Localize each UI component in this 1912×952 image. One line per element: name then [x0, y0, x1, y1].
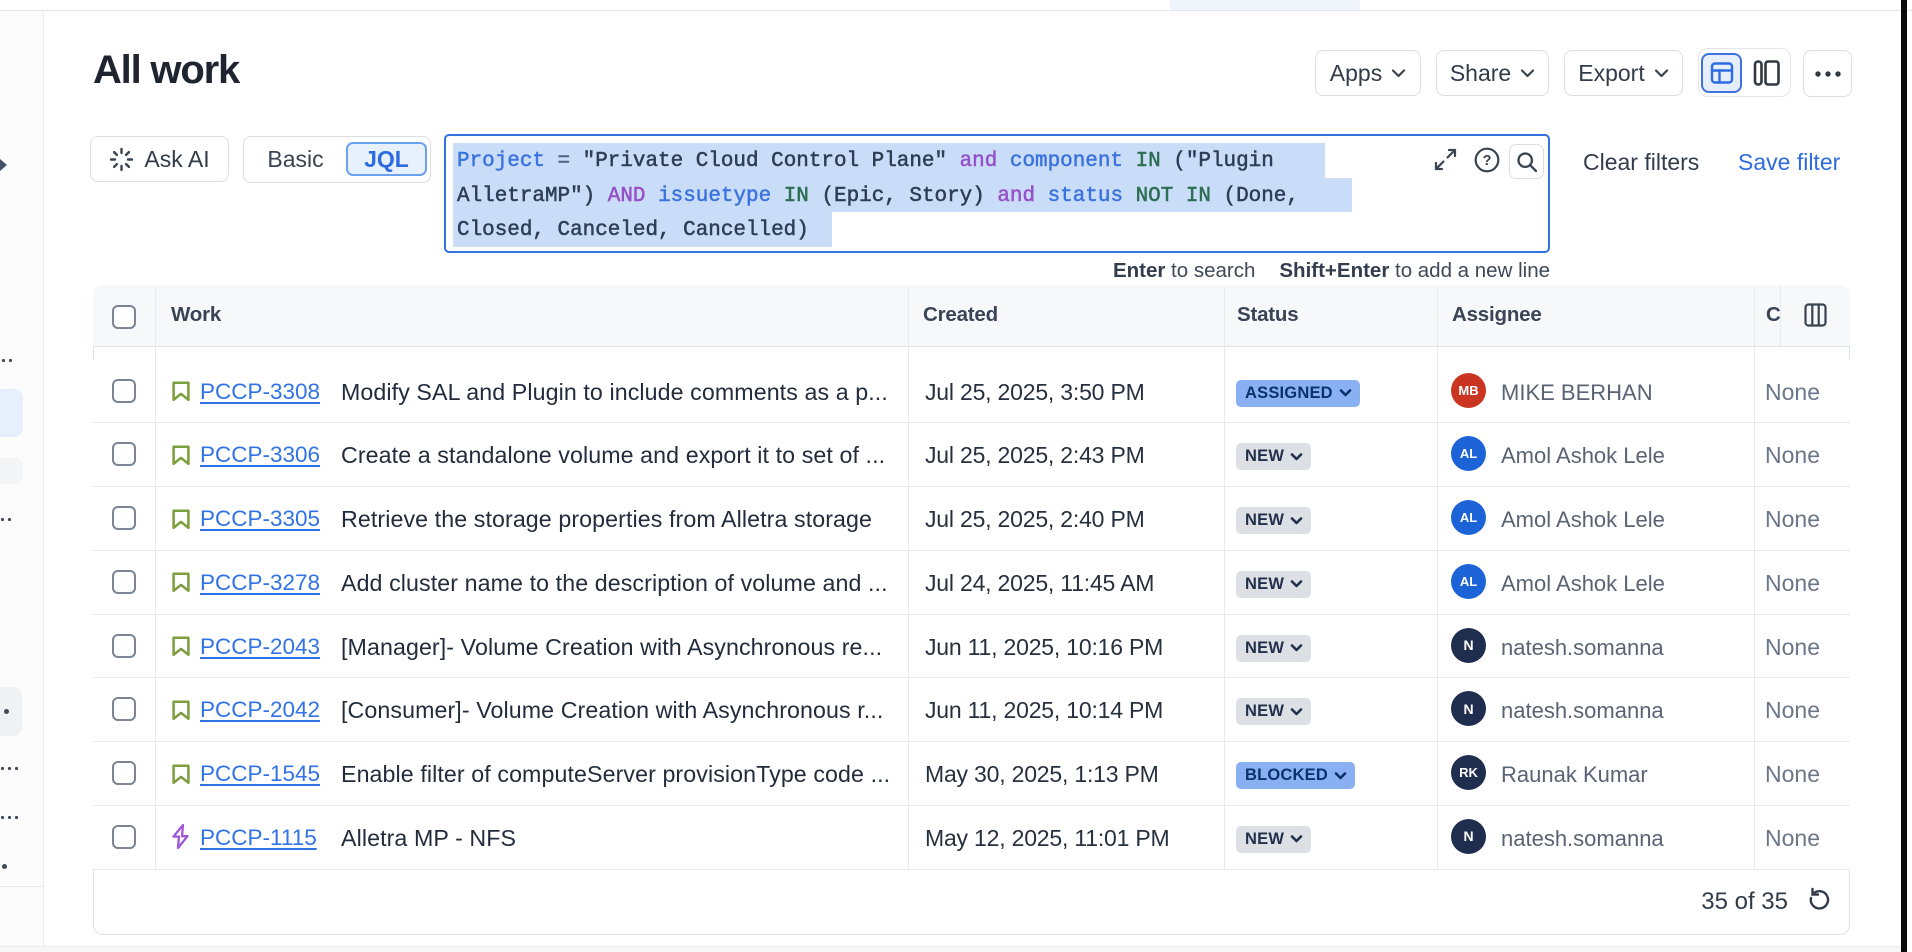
svg-text:?: ?	[1483, 153, 1492, 169]
